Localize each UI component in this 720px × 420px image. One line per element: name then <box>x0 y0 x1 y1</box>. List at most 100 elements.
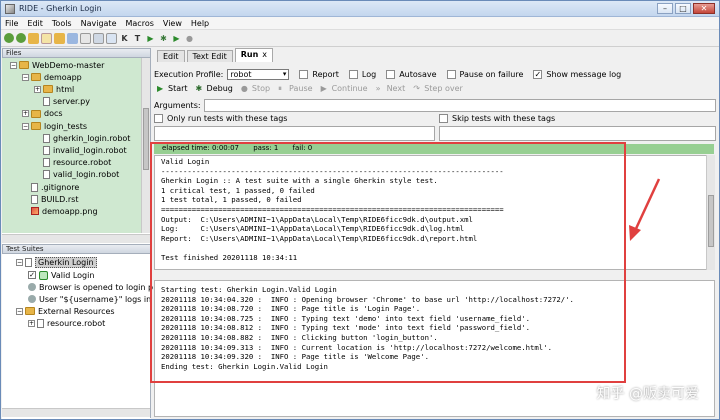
folder-icon <box>19 61 29 69</box>
collapse-icon[interactable]: − <box>16 258 23 266</box>
expand-icon[interactable]: + <box>34 85 41 93</box>
maximize-button[interactable]: □ <box>675 3 691 14</box>
open-directory-icon[interactable] <box>54 32 65 44</box>
skip-tags-checkbox[interactable] <box>439 114 448 123</box>
file-tree-item[interactable]: .gitignore <box>22 181 79 193</box>
expand-icon[interactable]: + <box>22 110 29 118</box>
only-run-tags-checkbox[interactable] <box>154 114 163 123</box>
suite-node-row[interactable]: − Gherkin Login <box>16 256 97 268</box>
testcase-row[interactable]: ✓ Valid Login <box>28 269 94 281</box>
expand-icon[interactable]: + <box>28 319 35 327</box>
menu-view[interactable]: View <box>163 19 182 28</box>
next-button[interactable]: » Next <box>376 84 406 93</box>
new-file-icon[interactable] <box>41 32 52 44</box>
file-tree-item[interactable]: demoapp.png <box>22 205 98 217</box>
suite-gherkin-login[interactable]: Gherkin Login <box>35 256 97 268</box>
menu-navigate[interactable]: Navigate <box>81 19 117 28</box>
tab-edit[interactable]: Edit <box>157 50 185 62</box>
keyword-browser-opened[interactable]: Browser is opened to login pa <box>39 283 158 292</box>
suites-pane-header: Test Suites <box>2 244 151 254</box>
file-tree-item[interactable]: gherkin_login.robot <box>34 132 130 144</box>
file-icon <box>43 133 50 143</box>
save-icon[interactable] <box>80 32 91 44</box>
suites-hscrollbar[interactable] <box>2 408 150 417</box>
file-tree-label: demoapp <box>44 72 82 82</box>
folder-icon <box>43 85 53 94</box>
pause-icon: ⏸ <box>278 83 283 93</box>
stop-button[interactable]: ● Stop <box>241 84 270 93</box>
save-all-icon[interactable] <box>93 32 104 44</box>
continue-button[interactable]: ▶ Continue <box>321 84 368 93</box>
tab-run[interactable]: Run x <box>234 48 274 62</box>
close-button[interactable]: ✕ <box>693 3 715 14</box>
menu-macros[interactable]: Macros <box>126 19 154 28</box>
collapse-icon[interactable]: − <box>16 307 23 315</box>
step-over-button[interactable]: ↷ Step over <box>413 84 463 93</box>
file-tree-item[interactable]: invalid_login.robot <box>34 144 127 156</box>
external-resources-row[interactable]: − External Resources <box>16 305 115 317</box>
testcase-checkbox[interactable]: ✓ <box>28 271 36 279</box>
run-arrow-icon[interactable]: ▶ <box>171 33 182 44</box>
collapse-icon[interactable]: − <box>22 73 29 81</box>
forward-icon[interactable] <box>16 33 26 43</box>
test-t-icon[interactable]: T <box>132 33 143 44</box>
continue-label: Continue <box>331 84 368 93</box>
exclude-tags-input[interactable] <box>439 126 716 141</box>
menu-help[interactable]: Help <box>191 19 209 28</box>
keyword-row[interactable]: User "${username}" logs in wi <box>28 293 162 305</box>
start-button[interactable]: ▶ Start <box>157 84 188 93</box>
left-pane: Files − WebDemo-master − demoapp + html server… <box>2 48 162 419</box>
keyword-k-icon[interactable]: K <box>119 33 130 44</box>
files-hscrollbar[interactable] <box>2 234 150 243</box>
open-resource-icon[interactable] <box>67 32 78 44</box>
include-tags-input[interactable] <box>154 126 435 141</box>
file-tree-item[interactable]: server.py <box>34 96 90 108</box>
report-checkbox[interactable] <box>299 70 309 79</box>
collapse-icon[interactable]: − <box>22 122 29 130</box>
skip-tags-label: Skip tests with these tags <box>452 114 556 123</box>
minimize-button[interactable]: – <box>657 3 673 14</box>
pause-button[interactable]: ⏸ Pause <box>278 84 313 93</box>
debug-button[interactable]: ✱ Debug <box>196 84 233 93</box>
file-tree-item[interactable]: − login_tests <box>22 120 87 132</box>
menu-tools[interactable]: Tools <box>52 19 72 28</box>
resource-robot-label[interactable]: resource.robot <box>47 319 105 328</box>
file-tree-item[interactable]: + html <box>34 83 74 95</box>
execution-profile-select[interactable]: robot <box>227 69 290 80</box>
run-options-row: Execution Profile: robot Report Log Auto… <box>154 69 621 80</box>
back-icon[interactable] <box>4 33 14 43</box>
keyword-user-logs-in[interactable]: User "${username}" logs in wi <box>39 295 162 304</box>
file-tree-item[interactable]: resource.robot <box>34 157 111 169</box>
tab-text-edit[interactable]: Text Edit <box>186 50 233 62</box>
resource-row[interactable]: + resource.robot <box>28 317 105 329</box>
pause-on-failure-label: Pause on failure <box>459 70 524 79</box>
pause-on-failure-checkbox[interactable] <box>446 70 456 79</box>
autosave-checkbox[interactable] <box>386 70 396 79</box>
debug-bug-icon[interactable]: ✱ <box>158 33 169 44</box>
file-tree-item[interactable]: − WebDemo-master <box>10 59 104 71</box>
file-tree-item[interactable]: − demoapp <box>22 71 82 83</box>
tab-close-icon[interactable]: x <box>262 50 267 59</box>
console-scrollbar[interactable] <box>706 155 715 270</box>
keyword-icon <box>28 283 36 291</box>
keyword-row[interactable]: Browser is opened to login pa <box>28 281 158 293</box>
arguments-input[interactable] <box>203 99 716 112</box>
external-resources-label[interactable]: External Resources <box>38 307 115 316</box>
search-keywords-icon[interactable] <box>106 32 117 44</box>
file-tree-item[interactable]: BUILD.rst <box>22 193 78 205</box>
file-tree-item[interactable]: valid_login.robot <box>34 169 119 181</box>
open-folder-icon[interactable] <box>28 32 39 44</box>
file-tree-item[interactable]: + docs <box>22 108 63 120</box>
log-checkbox[interactable] <box>348 70 358 79</box>
stop-icon[interactable]: ● <box>184 33 195 44</box>
collapse-icon[interactable]: − <box>10 61 17 69</box>
run-controls-row: ▶ Start ✱ Debug ● Stop ⏸ Pause ▶ Continue » Ne… <box>157 84 471 93</box>
testcase-valid-login[interactable]: Valid Login <box>51 271 94 280</box>
show-message-log-checkbox[interactable]: ✓ <box>533 70 543 79</box>
files-scrollbar[interactable] <box>141 58 150 233</box>
menu-edit[interactable]: Edit <box>27 19 43 28</box>
file-icon <box>31 182 38 192</box>
menu-file[interactable]: File <box>5 19 18 28</box>
suite-icon <box>25 257 32 267</box>
run-tests-icon[interactable]: ▶ <box>145 33 156 44</box>
